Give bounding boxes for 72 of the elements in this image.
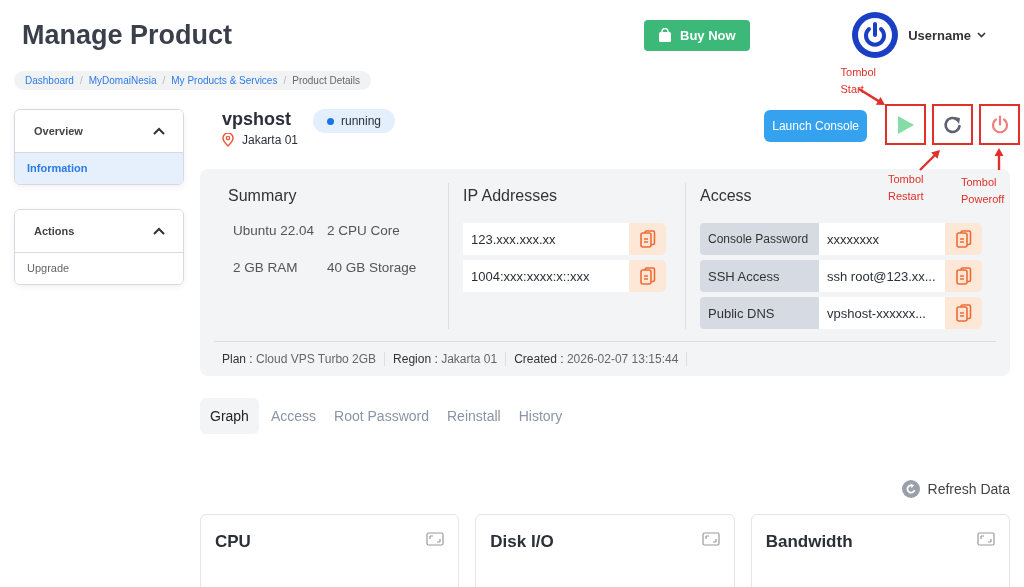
copy-button[interactable] [629,223,667,255]
annotation-label: Tombol Poweroff [961,175,1005,207]
expand-icon[interactable] [701,532,720,546]
spec-text: Ubuntu 22.04 [233,223,316,238]
sidebar-section-header[interactable]: Overview [15,110,183,152]
expand-icon[interactable] [426,532,445,546]
tab[interactable]: Graph [200,398,259,434]
breadcrumb-link[interactable]: Dashboard [25,75,74,86]
breadcrumb-current: Product Details [292,75,361,86]
spec-text: 2 GB RAM [233,260,299,275]
card-title: Bandwidth [765,532,853,552]
restart-icon [942,114,963,135]
tab[interactable]: Root Password [328,398,435,434]
card-title: Disk I/O [490,532,554,552]
shopping-bag-icon [658,27,672,43]
tab[interactable]: Reinstall [441,398,507,434]
restart-button[interactable] [932,104,973,145]
copy-icon [639,267,656,285]
breadcrumb-link[interactable]: My Products & Services [171,75,278,86]
poweroff-button[interactable] [979,104,1020,145]
tab[interactable]: Access [264,398,323,434]
card-title: CPU [215,532,251,552]
sidebar-section-header[interactable]: Actions [15,210,183,252]
copy-button[interactable] [945,297,982,329]
avatar-icon[interactable] [852,12,899,58]
server-name: vpshost [222,109,291,130]
sidebar-item[interactable]: Upgrade [15,252,183,284]
refresh-icon [901,480,920,498]
spec-text: 2 CPU Core [327,223,401,238]
server-location: Jakarta 01 [242,133,299,147]
copy-icon [639,230,656,248]
tab[interactable]: History [512,398,569,434]
copy-icon [955,304,972,322]
status-badge: running [313,109,396,133]
section-title: Access [700,187,752,205]
annotation-arrow [919,150,940,171]
field-label: Console Password [700,223,819,255]
chevron-up-icon [153,227,165,235]
refresh-data-button[interactable]: Refresh Data [901,480,1010,498]
copy-icon [955,267,972,285]
ip-address-field[interactable]: 123.xxx.xxx.xx [463,223,630,255]
access-field[interactable]: ssh root@123.xx... [819,260,945,292]
chevron-down-icon [977,32,986,38]
section-title: IP Addresses [463,187,558,205]
user-menu[interactable]: Username [908,27,986,43]
field-label: SSH Access [700,260,819,292]
expand-icon[interactable] [977,532,995,546]
breadcrumb-separator: / [79,75,83,86]
page-title: Manage Product [22,19,234,51]
detail-text: Plan : Cloud VPS Turbo 2GB [214,352,386,366]
ip-address-field[interactable]: 1004:xxx:xxxx:x::xxx [463,260,630,292]
breadcrumb-separator: / [162,75,166,86]
start-button[interactable] [885,104,926,145]
access-field[interactable]: xxxxxxxx [819,223,945,255]
copy-button[interactable] [945,260,982,292]
sidebar-item[interactable]: Information [15,152,183,184]
breadcrumb-separator: / [283,75,287,86]
power-icon [989,114,1010,135]
spec-text: 40 GB Storage [327,260,418,275]
detail-text: Region : Jakarta 01 [385,352,507,366]
section-title: Summary [228,187,297,205]
play-icon [896,114,915,135]
access-field[interactable]: vpshost-xxxxxx... [819,297,945,329]
copy-icon [955,230,972,248]
chevron-up-icon [153,127,165,135]
field-label: Public DNS [700,297,819,329]
breadcrumb-link[interactable]: MyDomaiNesia [88,75,157,86]
detail-text: Created : 2026-02-07 13:15:44 [506,352,688,366]
copy-button[interactable] [629,260,667,292]
annotation-label: Tombol Restart [888,172,924,204]
copy-button[interactable] [945,223,982,255]
location-pin-icon [222,133,234,147]
